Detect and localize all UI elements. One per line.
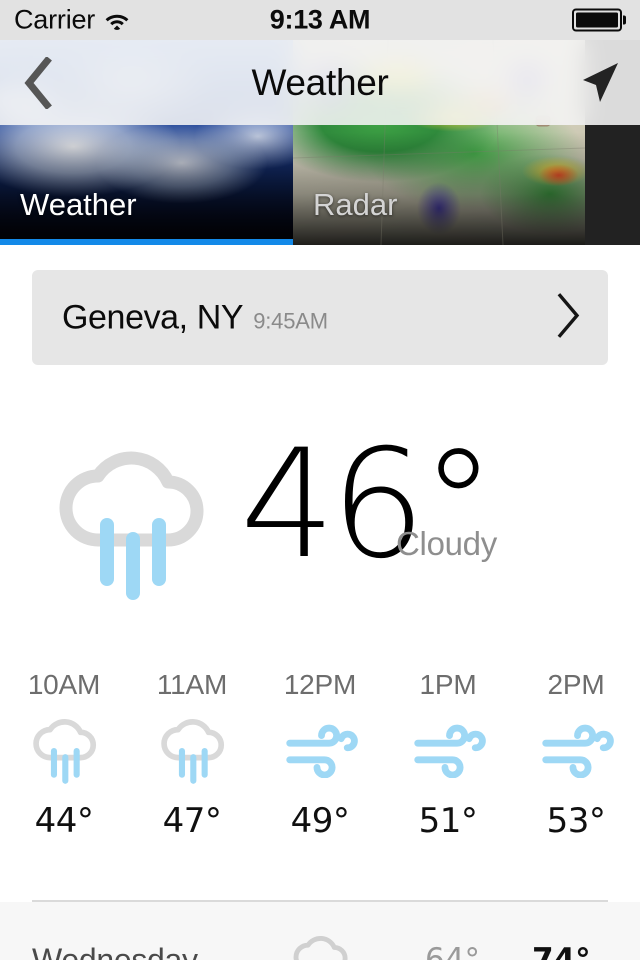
rain-cloud-icon: [161, 719, 225, 784]
tab-radar-label: Radar: [313, 187, 398, 222]
tab-weather-label: Weather: [20, 187, 137, 222]
nav-bar: Weather: [0, 40, 640, 125]
hourly-icon-wrap: [410, 713, 486, 787]
current-weather-icon: [50, 440, 210, 610]
daily-high-temp: 74°: [532, 942, 591, 960]
location-card[interactable]: Geneva, NY 9:45AM: [32, 270, 608, 365]
hourly-time: 1PM: [419, 669, 477, 700]
hourly-time: 12PM: [283, 669, 357, 700]
page-title: Weather: [251, 61, 389, 103]
current-conditions: 46° Cloudy: [0, 430, 640, 630]
battery-fill: [575, 12, 618, 28]
weather-app-screen: Weather Radar Weather Carrier 9:13 AM Ge…: [0, 0, 640, 960]
hourly-time: 2PM: [547, 669, 605, 700]
scroll-content: Geneva, NY 9:45AM 46° Cloudy 10AM 44° 11…: [0, 245, 640, 960]
hourly-temp: 49°: [290, 801, 350, 841]
rain-cloud-icon: [59, 451, 204, 600]
daily-icon-wrap: [290, 926, 350, 960]
status-time: 9:13 AM: [269, 4, 371, 35]
rain-cloud-icon: [33, 719, 97, 784]
hourly-time: 11AM: [156, 669, 228, 700]
location-text-group: Geneva, NY 9:45AM: [62, 298, 328, 337]
hourly-temp: 53°: [546, 801, 606, 841]
hourly-item: 10AM 44°: [0, 665, 128, 841]
hourly-icon-wrap: [282, 713, 358, 787]
locate-button[interactable]: [570, 55, 626, 111]
wind-icon: [286, 724, 358, 778]
current-condition-label: Cloudy: [396, 525, 497, 562]
hourly-icon-wrap: [156, 713, 228, 787]
daily-low-temp: 64°: [425, 942, 480, 960]
hourly-temp: 47°: [162, 801, 222, 841]
hourly-time: 10AM: [27, 669, 101, 700]
location-name: Geneva, NY: [62, 298, 244, 336]
daily-row[interactable]: Wednesday 64° 74°: [0, 930, 640, 960]
cloud-icon: [293, 936, 348, 960]
hourly-temp: 51°: [418, 801, 478, 841]
daily-day-label: Wednesday: [32, 941, 198, 960]
location-disclosure[interactable]: [556, 292, 582, 343]
daily-forecast[interactable]: Wednesday 64° 74°: [0, 902, 640, 960]
battery-cap: [623, 15, 626, 25]
wind-icon: [542, 724, 614, 778]
hourly-item: 12PM 49°: [256, 665, 384, 841]
battery-indicator: [571, 8, 626, 32]
hourly-icon-wrap: [538, 713, 614, 787]
hourly-item: 1PM 51°: [384, 665, 512, 841]
hourly-forecast[interactable]: 10AM 44° 11AM 47° 12PM 49° 1PM 51° 2PM 5…: [0, 665, 640, 841]
status-bar: Carrier 9:13 AM: [0, 0, 640, 40]
location-arrow-icon: [583, 62, 618, 102]
hourly-item: 11AM 47°: [128, 665, 256, 841]
location-time: 9:45AM: [253, 308, 328, 333]
hourly-item: 2PM 53°: [512, 665, 640, 841]
chevron-right-icon: [557, 292, 580, 338]
hourly-icon-wrap: [28, 713, 100, 787]
battery-body: [571, 8, 622, 32]
wind-icon: [414, 724, 486, 778]
hourly-temp: 44°: [34, 801, 94, 841]
